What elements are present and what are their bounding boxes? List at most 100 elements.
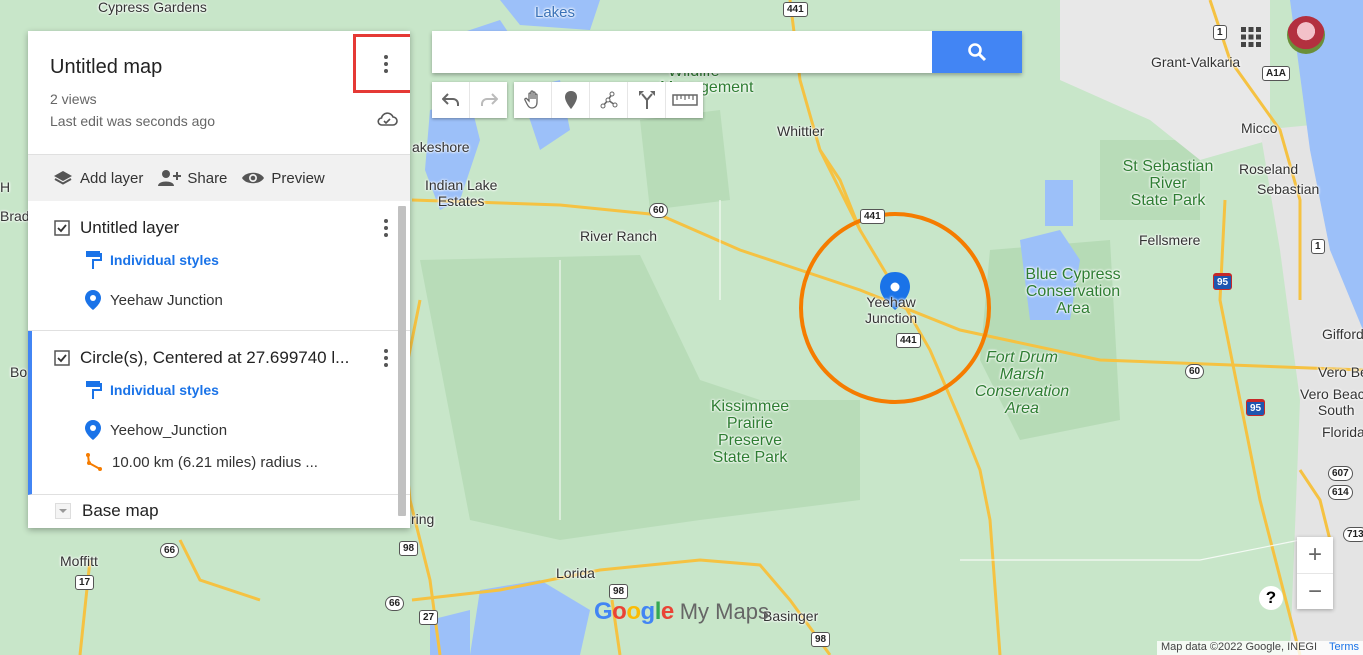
layer-item: Untitled layer Individual styles Yeehaw … (28, 201, 410, 331)
preview-button[interactable]: Preview (241, 169, 325, 187)
feature-label: Yeehow_Junction (110, 421, 228, 439)
layer-style-link[interactable]: Individual styles (32, 374, 410, 406)
map-label-st-sebastian: St Sebastian River State Park (1122, 158, 1214, 209)
place-marker-icon (85, 290, 101, 310)
preview-label: Preview (271, 169, 325, 187)
map-label-ring: ring (411, 511, 435, 527)
road-shield: 1 (1311, 239, 1325, 254)
map-label-blue-cypress: Blue Cypress Conservation Area (1025, 266, 1121, 317)
directions-button[interactable] (628, 82, 666, 118)
avatar[interactable] (1287, 16, 1325, 54)
google-my-maps-logo: Google My Maps (594, 598, 769, 626)
search-button[interactable] (932, 31, 1022, 73)
panel-actions: Add layer Share Preview (28, 155, 410, 201)
zoom-out-button[interactable]: − (1297, 574, 1333, 610)
map-label-h: H (0, 179, 11, 195)
draw-line-button[interactable] (590, 82, 628, 118)
eye-icon (242, 172, 265, 184)
my-maps-wordmark: My Maps (679, 599, 769, 624)
undo-button[interactable] (432, 82, 470, 118)
add-layer-button[interactable]: Add layer (52, 169, 143, 187)
road-shield: 1 (1213, 25, 1227, 40)
feature-item[interactable]: 10.00 km (6.21 miles) radius ... (32, 446, 410, 478)
road-shield: A1A (1262, 66, 1291, 81)
redo-button[interactable] (470, 82, 507, 118)
zoom-in-button[interactable]: + (1297, 537, 1333, 574)
layer-name[interactable]: Untitled layer (80, 218, 179, 238)
panel-scrollbar[interactable] (398, 206, 406, 516)
map-label-moffitt: Moffitt (60, 553, 98, 569)
base-map-header[interactable]: Base map (28, 497, 392, 525)
layer-options-icon[interactable] (384, 219, 388, 237)
google-wordmark: Google (594, 598, 674, 625)
road-shield: 95 (1213, 273, 1233, 290)
marker-icon (564, 91, 577, 109)
redo-icon (480, 93, 498, 106)
base-map-label: Base map (82, 501, 159, 520)
undo-icon (441, 93, 459, 106)
history-toolbar (432, 82, 507, 118)
search-box (432, 31, 1022, 73)
map-label-river-ranch: River Ranch (580, 228, 658, 244)
add-marker-button[interactable] (552, 82, 590, 118)
map-label-kissimmee-prairie: Kissimmee Prairie Preserve State Park (710, 398, 790, 466)
share-label: Share (187, 169, 228, 187)
map-label-cypress-gardens: Cypress Gardens (98, 0, 207, 15)
hand-icon (523, 90, 538, 109)
person-add-icon (158, 170, 182, 186)
map-label-fort-drum: Fort Drum Marsh Conservation Area (974, 349, 1070, 417)
add-layer-label: Add layer (80, 169, 144, 187)
map-label-brad: Brad (0, 208, 30, 224)
layers-icon (54, 171, 72, 185)
more-vert-icon (384, 54, 388, 73)
chevron-down-icon[interactable] (55, 503, 71, 519)
measure-button[interactable] (666, 82, 703, 118)
map-title[interactable]: Untitled map (50, 56, 162, 79)
map-label-grant-valkaria: Grant-Valkaria (1151, 54, 1241, 70)
terms-link[interactable]: Terms (1329, 641, 1359, 655)
attribution-text: Map data ©2022 Google, INEGI (1160, 641, 1318, 653)
layer-header[interactable]: Circle(s), Centered at 27.699740 l... (32, 342, 410, 374)
panel-header: Untitled map 2 views Last edit was secon… (28, 31, 410, 155)
search-input[interactable] (432, 31, 932, 73)
draw-line-icon (600, 91, 617, 109)
map-label-bo: Bo (10, 364, 28, 380)
layer-style-link[interactable]: Individual styles (28, 244, 410, 276)
layer-options-icon[interactable] (384, 349, 388, 367)
layer-header[interactable]: Untitled layer (28, 212, 410, 244)
road-shield: 441 (783, 2, 808, 17)
map-label-roseland: Roseland (1239, 161, 1299, 177)
layer-style-label: Individual styles (110, 252, 219, 268)
map-attribution: Map data ©2022 Google, INEGI Terms (1156, 641, 1363, 655)
road-shield: 98 (399, 541, 419, 556)
map-label-basinger: Basinger (763, 608, 819, 624)
help-button[interactable]: ? (1259, 586, 1283, 610)
apps-grid-icon[interactable] (1241, 27, 1261, 47)
map-label-gifford: Gifford (1322, 326, 1363, 342)
layer-style-label: Individual styles (110, 382, 219, 398)
cloud-saved-icon (377, 112, 398, 126)
share-button[interactable]: Share (157, 169, 227, 187)
checkbox-checked-icon[interactable] (54, 350, 70, 366)
feature-item[interactable]: Yeehaw Junction (28, 284, 410, 316)
select-tool-button[interactable] (514, 82, 552, 118)
map-label-lakeshore: akeshore (412, 139, 470, 155)
map-label-lakes: Lakes (535, 4, 576, 21)
paint-roller-icon (86, 251, 102, 269)
road-shield: 66 (385, 596, 405, 611)
checkbox-checked-icon[interactable] (54, 220, 70, 236)
map-label-lorida: Lorida (556, 565, 595, 581)
map-options-menu-button[interactable] (353, 34, 410, 93)
map-label-yeehaw-junction: Yeehaw Junction (865, 294, 918, 326)
layer-item: Circle(s), Centered at 27.699740 l... In… (28, 331, 410, 495)
map-label-fellsmere: Fellsmere (1139, 232, 1201, 248)
road-shield: 17 (75, 575, 95, 590)
road-shield: 98 (811, 632, 831, 647)
last-edit-status: Last edit was seconds ago (50, 113, 215, 129)
road-shield: 614 (1328, 485, 1353, 500)
road-shield: 95 (1246, 399, 1266, 416)
layer-name[interactable]: Circle(s), Centered at 27.699740 l... (80, 348, 349, 368)
feature-item[interactable]: Yeehow_Junction (32, 414, 410, 446)
map-side-panel: Untitled map 2 views Last edit was secon… (28, 31, 410, 528)
layer-list: Untitled layer Individual styles Yeehaw … (28, 201, 410, 528)
